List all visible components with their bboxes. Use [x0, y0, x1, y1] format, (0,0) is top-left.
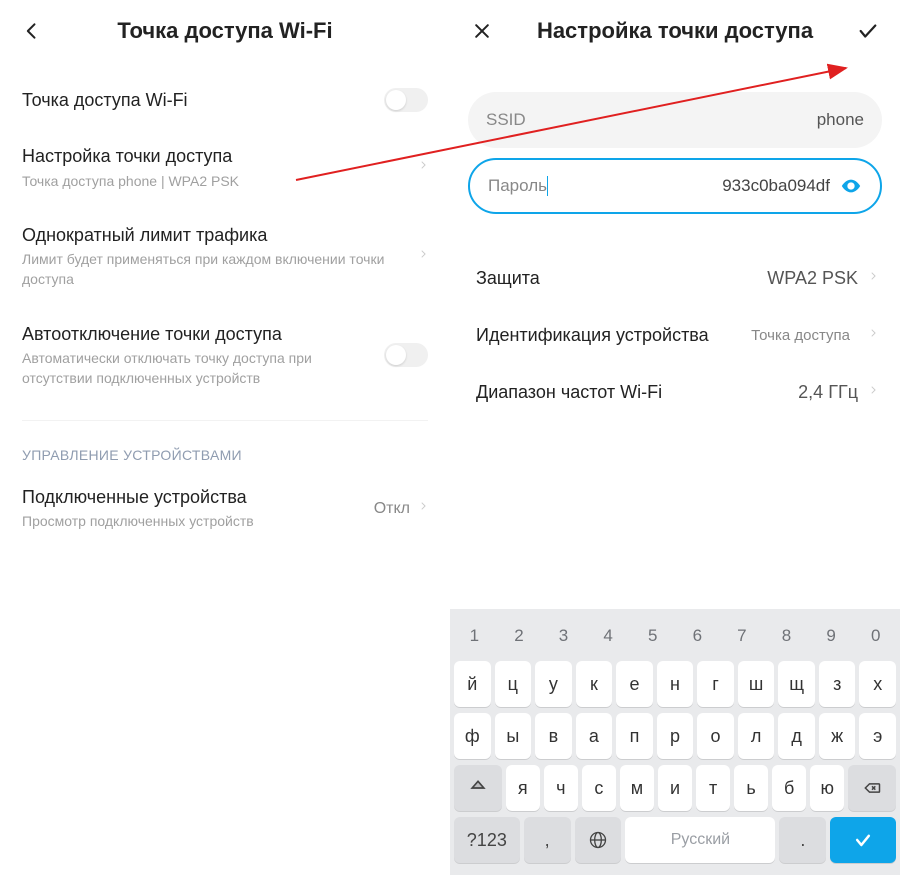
subtitle: Просмотр подключенных устройств	[22, 512, 364, 532]
field-label: SSID	[486, 110, 526, 130]
key-letter[interactable]: я	[506, 765, 540, 811]
key-letter[interactable]: о	[697, 713, 734, 759]
key-7[interactable]: 7	[722, 617, 763, 655]
key-letter[interactable]: ж	[819, 713, 856, 759]
key-letter[interactable]: н	[657, 661, 694, 707]
key-8[interactable]: 8	[766, 617, 807, 655]
label: Подключенные устройства	[22, 485, 364, 509]
chevron-right-icon	[418, 498, 428, 519]
key-letter[interactable]: к	[576, 661, 613, 707]
key-letter[interactable]: ц	[495, 661, 532, 707]
chevron-right-icon	[868, 268, 878, 289]
key-letter[interactable]: и	[658, 765, 692, 811]
eye-icon[interactable]	[840, 175, 862, 197]
key-5[interactable]: 5	[632, 617, 673, 655]
hotspot-config-screen: Настройка точки доступа SSID phone Парол…	[450, 0, 900, 875]
password-field[interactable]: Пароль	[468, 158, 882, 214]
label: Точка доступа Wi-Fi	[22, 88, 384, 112]
key-letter[interactable]: ь	[734, 765, 768, 811]
row-auto-off[interactable]: Автоотключение точки доступа Автоматичес…	[0, 306, 450, 404]
row-security[interactable]: Защита WPA2 PSK	[450, 250, 900, 307]
key-letter[interactable]: б	[772, 765, 806, 811]
key-letter[interactable]: у	[535, 661, 572, 707]
row-device-identification[interactable]: Идентификация устройства Точка доступа	[450, 307, 900, 364]
space-key[interactable]: Русский	[625, 817, 775, 863]
key-letter[interactable]: ф	[454, 713, 491, 759]
field-label: Пароль	[488, 176, 547, 196]
key-letter[interactable]: ч	[544, 765, 578, 811]
subtitle: Точка доступа phone | WPA2 PSK	[22, 172, 408, 192]
page-title-left: Точка доступа Wi-Fi	[46, 18, 404, 44]
key-letter[interactable]: м	[620, 765, 654, 811]
page-title-right: Настройка точки доступа	[496, 18, 854, 44]
back-button[interactable]	[18, 17, 46, 45]
key-letter[interactable]: г	[697, 661, 734, 707]
header-right: Настройка точки доступа	[450, 0, 900, 62]
key-3[interactable]: 3	[543, 617, 584, 655]
key-0[interactable]: 0	[855, 617, 896, 655]
shift-key[interactable]	[454, 765, 502, 811]
chevron-right-icon	[868, 325, 878, 346]
row-wifi-band[interactable]: Диапазон частот Wi-Fi 2,4 ГГц	[450, 364, 900, 421]
key-letter[interactable]: д	[778, 713, 815, 759]
key-letter[interactable]: е	[616, 661, 653, 707]
chevron-right-icon	[868, 382, 878, 403]
subtitle: Лимит будет применяться при каждом включ…	[22, 250, 408, 289]
globe-key[interactable]	[575, 817, 622, 863]
key-letter[interactable]: с	[582, 765, 616, 811]
close-button[interactable]	[468, 17, 496, 45]
key-letter[interactable]: п	[616, 713, 653, 759]
value: Точка доступа	[751, 327, 850, 344]
key-letter[interactable]: ы	[495, 713, 532, 759]
comma-key[interactable]: ,	[524, 817, 571, 863]
header-left: Точка доступа Wi-Fi	[0, 0, 450, 62]
toggle-autooff[interactable]	[384, 343, 428, 367]
key-letter[interactable]: х	[859, 661, 896, 707]
key-letter[interactable]: щ	[778, 661, 815, 707]
key-1[interactable]: 1	[454, 617, 495, 655]
key-letter[interactable]: ю	[810, 765, 844, 811]
settings-hotspot-screen: Точка доступа Wi-Fi Точка доступа Wi-Fi …	[0, 0, 450, 875]
key-letter[interactable]: т	[696, 765, 730, 811]
label: Настройка точки доступа	[22, 144, 408, 168]
key-letter[interactable]: в	[535, 713, 572, 759]
toggle-hotspot[interactable]	[384, 88, 428, 112]
key-9[interactable]: 9	[811, 617, 852, 655]
key-letter[interactable]: ш	[738, 661, 775, 707]
key-6[interactable]: 6	[677, 617, 718, 655]
chevron-right-icon	[418, 246, 428, 267]
key-4[interactable]: 4	[588, 617, 629, 655]
value: WPA2 PSK	[767, 268, 858, 289]
field-value: phone	[526, 110, 864, 130]
row-configure-hotspot[interactable]: Настройка точки доступа Точка доступа ph…	[0, 128, 450, 207]
label: Однократный лимит трафика	[22, 223, 408, 247]
backspace-key[interactable]	[848, 765, 896, 811]
key-letter[interactable]: й	[454, 661, 491, 707]
value: 2,4 ГГц	[798, 382, 858, 403]
row-data-limit[interactable]: Однократный лимит трафика Лимит будет пр…	[0, 207, 450, 305]
key-2[interactable]: 2	[499, 617, 540, 655]
chevron-right-icon	[418, 157, 428, 178]
soft-keyboard: 1234567890 йцукенгшщзх фывапролджэ ячсми…	[450, 609, 900, 875]
subtitle: Автоматически отключать точку доступа пр…	[22, 349, 384, 388]
key-letter[interactable]: а	[576, 713, 613, 759]
enter-key[interactable]	[830, 817, 896, 863]
password-input[interactable]	[547, 176, 830, 196]
value: Откл	[374, 500, 410, 518]
row-hotspot-toggle[interactable]: Точка доступа Wi-Fi	[0, 72, 450, 128]
key-letter[interactable]: р	[657, 713, 694, 759]
section-device-mgmt: УПРАВЛЕНИЕ УСТРОЙСТВАМИ	[0, 437, 450, 469]
row-connected-devices[interactable]: Подключенные устройства Просмотр подключ…	[0, 469, 450, 548]
ssid-field[interactable]: SSID phone	[468, 92, 882, 148]
period-key[interactable]: .	[779, 817, 826, 863]
key-letter[interactable]: з	[819, 661, 856, 707]
confirm-button[interactable]	[854, 17, 882, 45]
label: Защита	[476, 268, 767, 289]
key-letter[interactable]: э	[859, 713, 896, 759]
divider	[22, 420, 428, 421]
key-letter[interactable]: л	[738, 713, 775, 759]
label: Диапазон частот Wi-Fi	[476, 382, 798, 403]
symbols-key[interactable]: ?123	[454, 817, 520, 863]
label: Автоотключение точки доступа	[22, 322, 384, 346]
